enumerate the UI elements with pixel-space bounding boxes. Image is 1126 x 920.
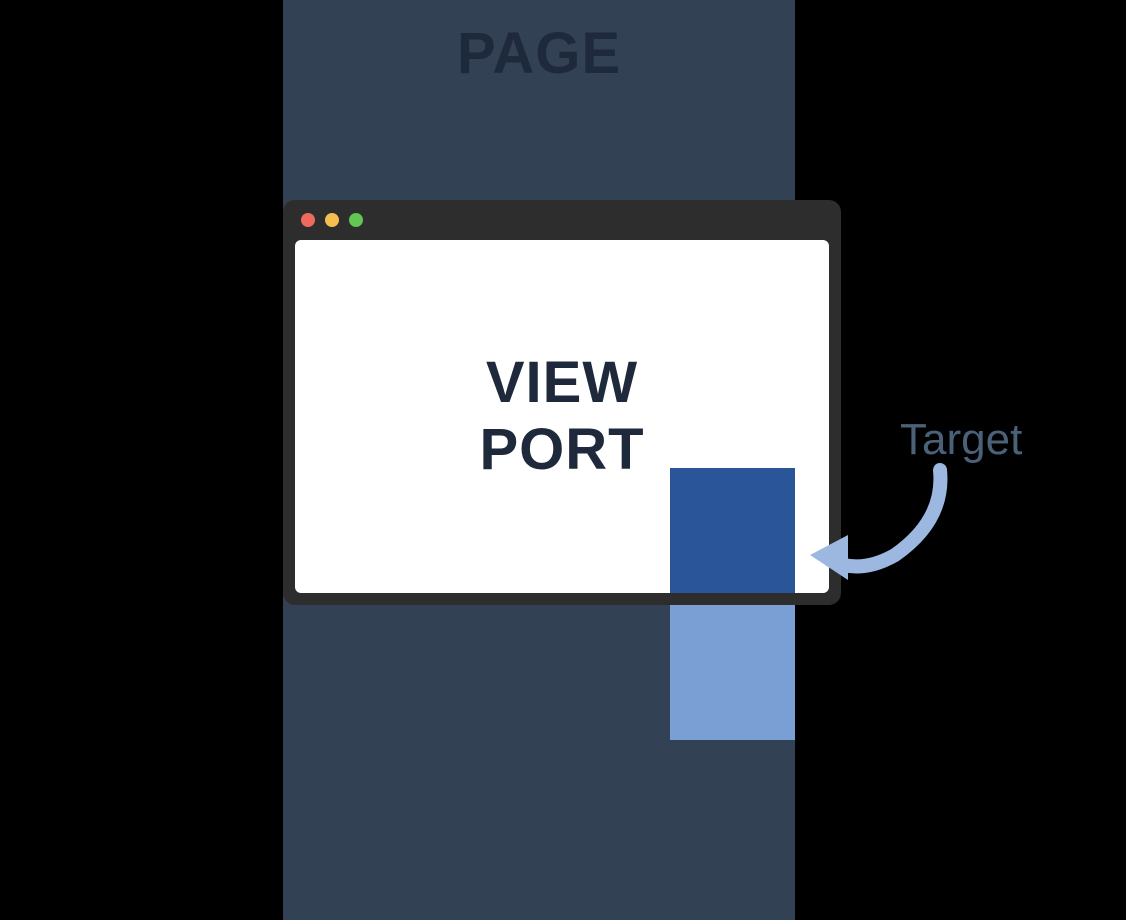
viewport-label-line2: PORT: [479, 417, 644, 484]
maximize-icon: [349, 213, 363, 227]
window-titlebar: [283, 200, 841, 240]
target-label: Target: [900, 415, 1022, 465]
page-label: PAGE: [283, 20, 795, 87]
viewport-label: VIEW PORT: [479, 350, 644, 483]
close-icon: [301, 213, 315, 227]
viewport-label-line1: VIEW: [479, 350, 644, 417]
arrow-icon: [800, 460, 960, 600]
minimize-icon: [325, 213, 339, 227]
target-visible-portion: [670, 468, 795, 593]
target-hidden-portion: [670, 593, 795, 740]
